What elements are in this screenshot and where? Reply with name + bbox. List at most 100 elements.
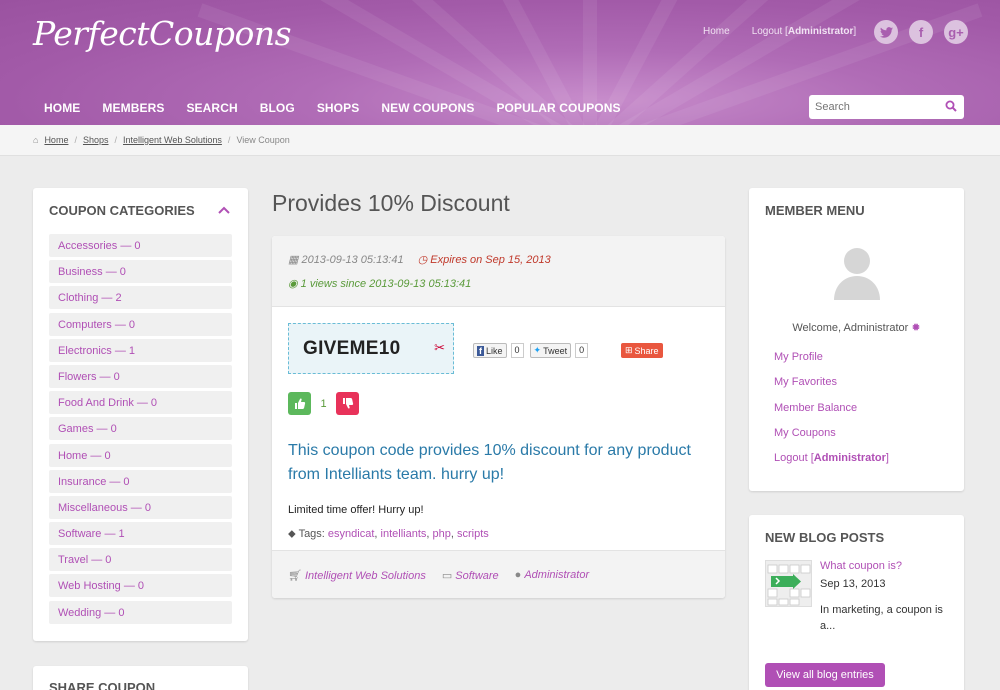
user-icon: ● xyxy=(514,569,522,581)
breadcrumb-separator: / xyxy=(114,135,118,145)
coupon-footer-links: 🛒︎ Intelligent Web Solutions ▭ Software ● A… xyxy=(288,569,589,582)
facebook-icon[interactable]: f xyxy=(909,20,933,44)
logout-user: Administrator xyxy=(813,452,886,465)
author-link[interactable]: ● Administrator xyxy=(515,569,589,582)
new-blog-posts-panel: NEW BLOG POSTS What coupon is? Sep 13, 2… xyxy=(749,515,964,690)
coupon-code-box[interactable]: GIVEME10 ✂ xyxy=(288,323,454,374)
like-label: Like xyxy=(486,345,503,356)
thumbs-down-button[interactable] xyxy=(336,392,359,415)
top-links: Home Logout [Administrator] xyxy=(703,26,856,37)
logout-bracket: ] xyxy=(885,452,889,465)
category-link[interactable]: ▭ Software xyxy=(442,569,499,582)
nav-members[interactable]: MEMBERS xyxy=(102,101,164,115)
search-icon[interactable] xyxy=(945,100,957,112)
tag-link[interactable]: php xyxy=(433,528,451,540)
scissors-icon: ✂ xyxy=(434,340,445,355)
breadcrumb-separator: / xyxy=(227,135,231,145)
blog-title: NEW BLOG POSTS xyxy=(765,530,885,545)
page-title: Provides 10% Discount xyxy=(272,190,510,216)
chevron-up-icon[interactable] xyxy=(218,203,230,217)
thumbs-up-button[interactable] xyxy=(288,392,311,415)
gear-icon[interactable]: ✹ xyxy=(911,322,920,334)
logout-label: Logout [ xyxy=(774,452,814,465)
my-favorites-link[interactable]: My Favorites xyxy=(774,376,889,388)
folder-icon: ▭ xyxy=(441,570,453,582)
tag-link[interactable]: intelliants xyxy=(381,528,427,540)
my-coupons-link[interactable]: My Coupons xyxy=(774,427,889,439)
category-item[interactable]: Travel — 0 xyxy=(49,548,232,572)
coupon-categories-panel: COUPON CATEGORIES Accessories — 0 Busine… xyxy=(33,188,248,641)
member-menu-title: MEMBER MENU xyxy=(765,203,865,218)
coupon-expiry: ◷ Expires on Sep 15, 2013 xyxy=(418,253,551,266)
shop-link[interactable]: 🛒︎ Intelligent Web Solutions xyxy=(288,569,426,582)
calendar-icon: ▦ xyxy=(288,254,302,266)
keyboard-image xyxy=(766,561,811,606)
category-item[interactable]: Computers — 0 xyxy=(49,312,232,336)
category-item[interactable]: Accessories — 0 xyxy=(49,234,232,257)
nav-new-coupons[interactable]: NEW COUPONS xyxy=(381,101,474,115)
category-item[interactable]: Miscellaneous — 0 xyxy=(49,495,232,519)
date-text: 2013-09-13 05:13:41 xyxy=(301,254,404,266)
tweet-label: Tweet xyxy=(543,345,568,356)
breadcrumb-separator: / xyxy=(74,135,77,145)
category-item[interactable]: Web Hosting — 0 xyxy=(49,574,232,598)
category-item[interactable]: Insurance — 0 xyxy=(49,469,232,493)
share-coupon-title: SHARE COUPON xyxy=(49,680,156,690)
google-plus-icon[interactable]: g+ xyxy=(944,20,968,44)
category-item[interactable]: Games — 0 xyxy=(49,417,232,441)
coupon-tags: ⬥ Tags: esyndicat, intelliants, php, scr… xyxy=(288,528,489,540)
breadcrumb-shop[interactable]: Intelligent Web Solutions xyxy=(123,135,222,155)
share-button[interactable]: ⊞ Share xyxy=(621,343,663,358)
views-text: 1 views since 2013-09-13 05:13:41 xyxy=(300,278,472,290)
my-profile-link[interactable]: My Profile xyxy=(774,351,889,363)
shop-name: Intelligent Web Solutions xyxy=(304,570,426,582)
category-item[interactable]: Clothing — 2 xyxy=(49,286,232,310)
vote-controls: 1 xyxy=(288,392,359,415)
category-name: Software xyxy=(455,570,499,582)
category-item[interactable]: Software — 1 xyxy=(49,522,232,546)
coupon-date: ▦ 2013-09-13 05:13:41 xyxy=(288,253,404,266)
logout-link[interactable]: Logout [Administrator] xyxy=(774,452,889,464)
tag-link[interactable]: scripts xyxy=(457,528,489,540)
nav-search[interactable]: SEARCH xyxy=(186,101,237,115)
coupon-note: Limited time offer! Hurry up! xyxy=(288,504,424,516)
author-name: Administrator xyxy=(524,569,590,581)
main-nav: HOME MEMBERS SEARCH BLOG SHOPS NEW COUPO… xyxy=(44,101,643,115)
welcome-label: Welcome, Administrator xyxy=(792,322,909,334)
nav-shops[interactable]: SHOPS xyxy=(317,101,360,115)
facebook-like-button[interactable]: f Like xyxy=(473,343,507,358)
search-input[interactable] xyxy=(809,95,939,119)
breadcrumb: ⌂ Home / Shops / Intelligent Web Solutio… xyxy=(0,125,1000,156)
tweet-button[interactable]: ✦ Tweet xyxy=(529,343,572,358)
share-label: Share xyxy=(634,345,659,356)
view-all-blog-button[interactable]: View all blog entries xyxy=(765,663,885,687)
coupon-dates: ▦ 2013-09-13 05:13:41 ◷ Expires on Sep 1… xyxy=(288,253,551,266)
site-logo[interactable]: PerfectCoupons xyxy=(33,14,292,53)
nav-home[interactable]: HOME xyxy=(44,101,80,115)
member-menu-panel: MEMBER MENU Welcome, Administrator ✹ My … xyxy=(749,188,964,491)
category-item[interactable]: Flowers — 0 xyxy=(49,364,232,388)
tag-link[interactable]: esyndicat xyxy=(328,528,374,540)
cart-icon: 🛒︎ xyxy=(288,570,302,582)
category-item[interactable]: Business — 0 xyxy=(49,260,232,284)
category-item[interactable]: Home — 0 xyxy=(49,443,232,467)
blog-post-title[interactable]: What coupon is? xyxy=(820,560,902,572)
logout-user: Administrator xyxy=(787,26,854,37)
breadcrumb-shops[interactable]: Shops xyxy=(83,135,109,155)
coupon-code[interactable]: GIVEME10 xyxy=(303,338,400,360)
member-balance-link[interactable]: Member Balance xyxy=(774,402,889,414)
top-home-link[interactable]: Home xyxy=(703,26,730,37)
category-item[interactable]: Electronics — 1 xyxy=(49,338,232,362)
category-item[interactable]: Wedding — 0 xyxy=(49,600,232,624)
facebook-icon: f xyxy=(477,345,484,356)
nav-blog[interactable]: BLOG xyxy=(260,101,295,115)
nav-popular-coupons[interactable]: POPULAR COUPONS xyxy=(496,101,620,115)
thumbs-up-icon xyxy=(295,398,306,409)
twitter-icon[interactable] xyxy=(874,20,898,44)
clock-icon: ◷ xyxy=(417,254,431,266)
plus-icon: ⊞ xyxy=(625,345,633,355)
breadcrumb-home[interactable]: Home xyxy=(44,135,68,155)
blog-thumbnail[interactable] xyxy=(765,560,812,607)
top-logout-link[interactable]: Logout [Administrator] xyxy=(752,26,857,37)
category-item[interactable]: Food And Drink — 0 xyxy=(49,391,232,415)
